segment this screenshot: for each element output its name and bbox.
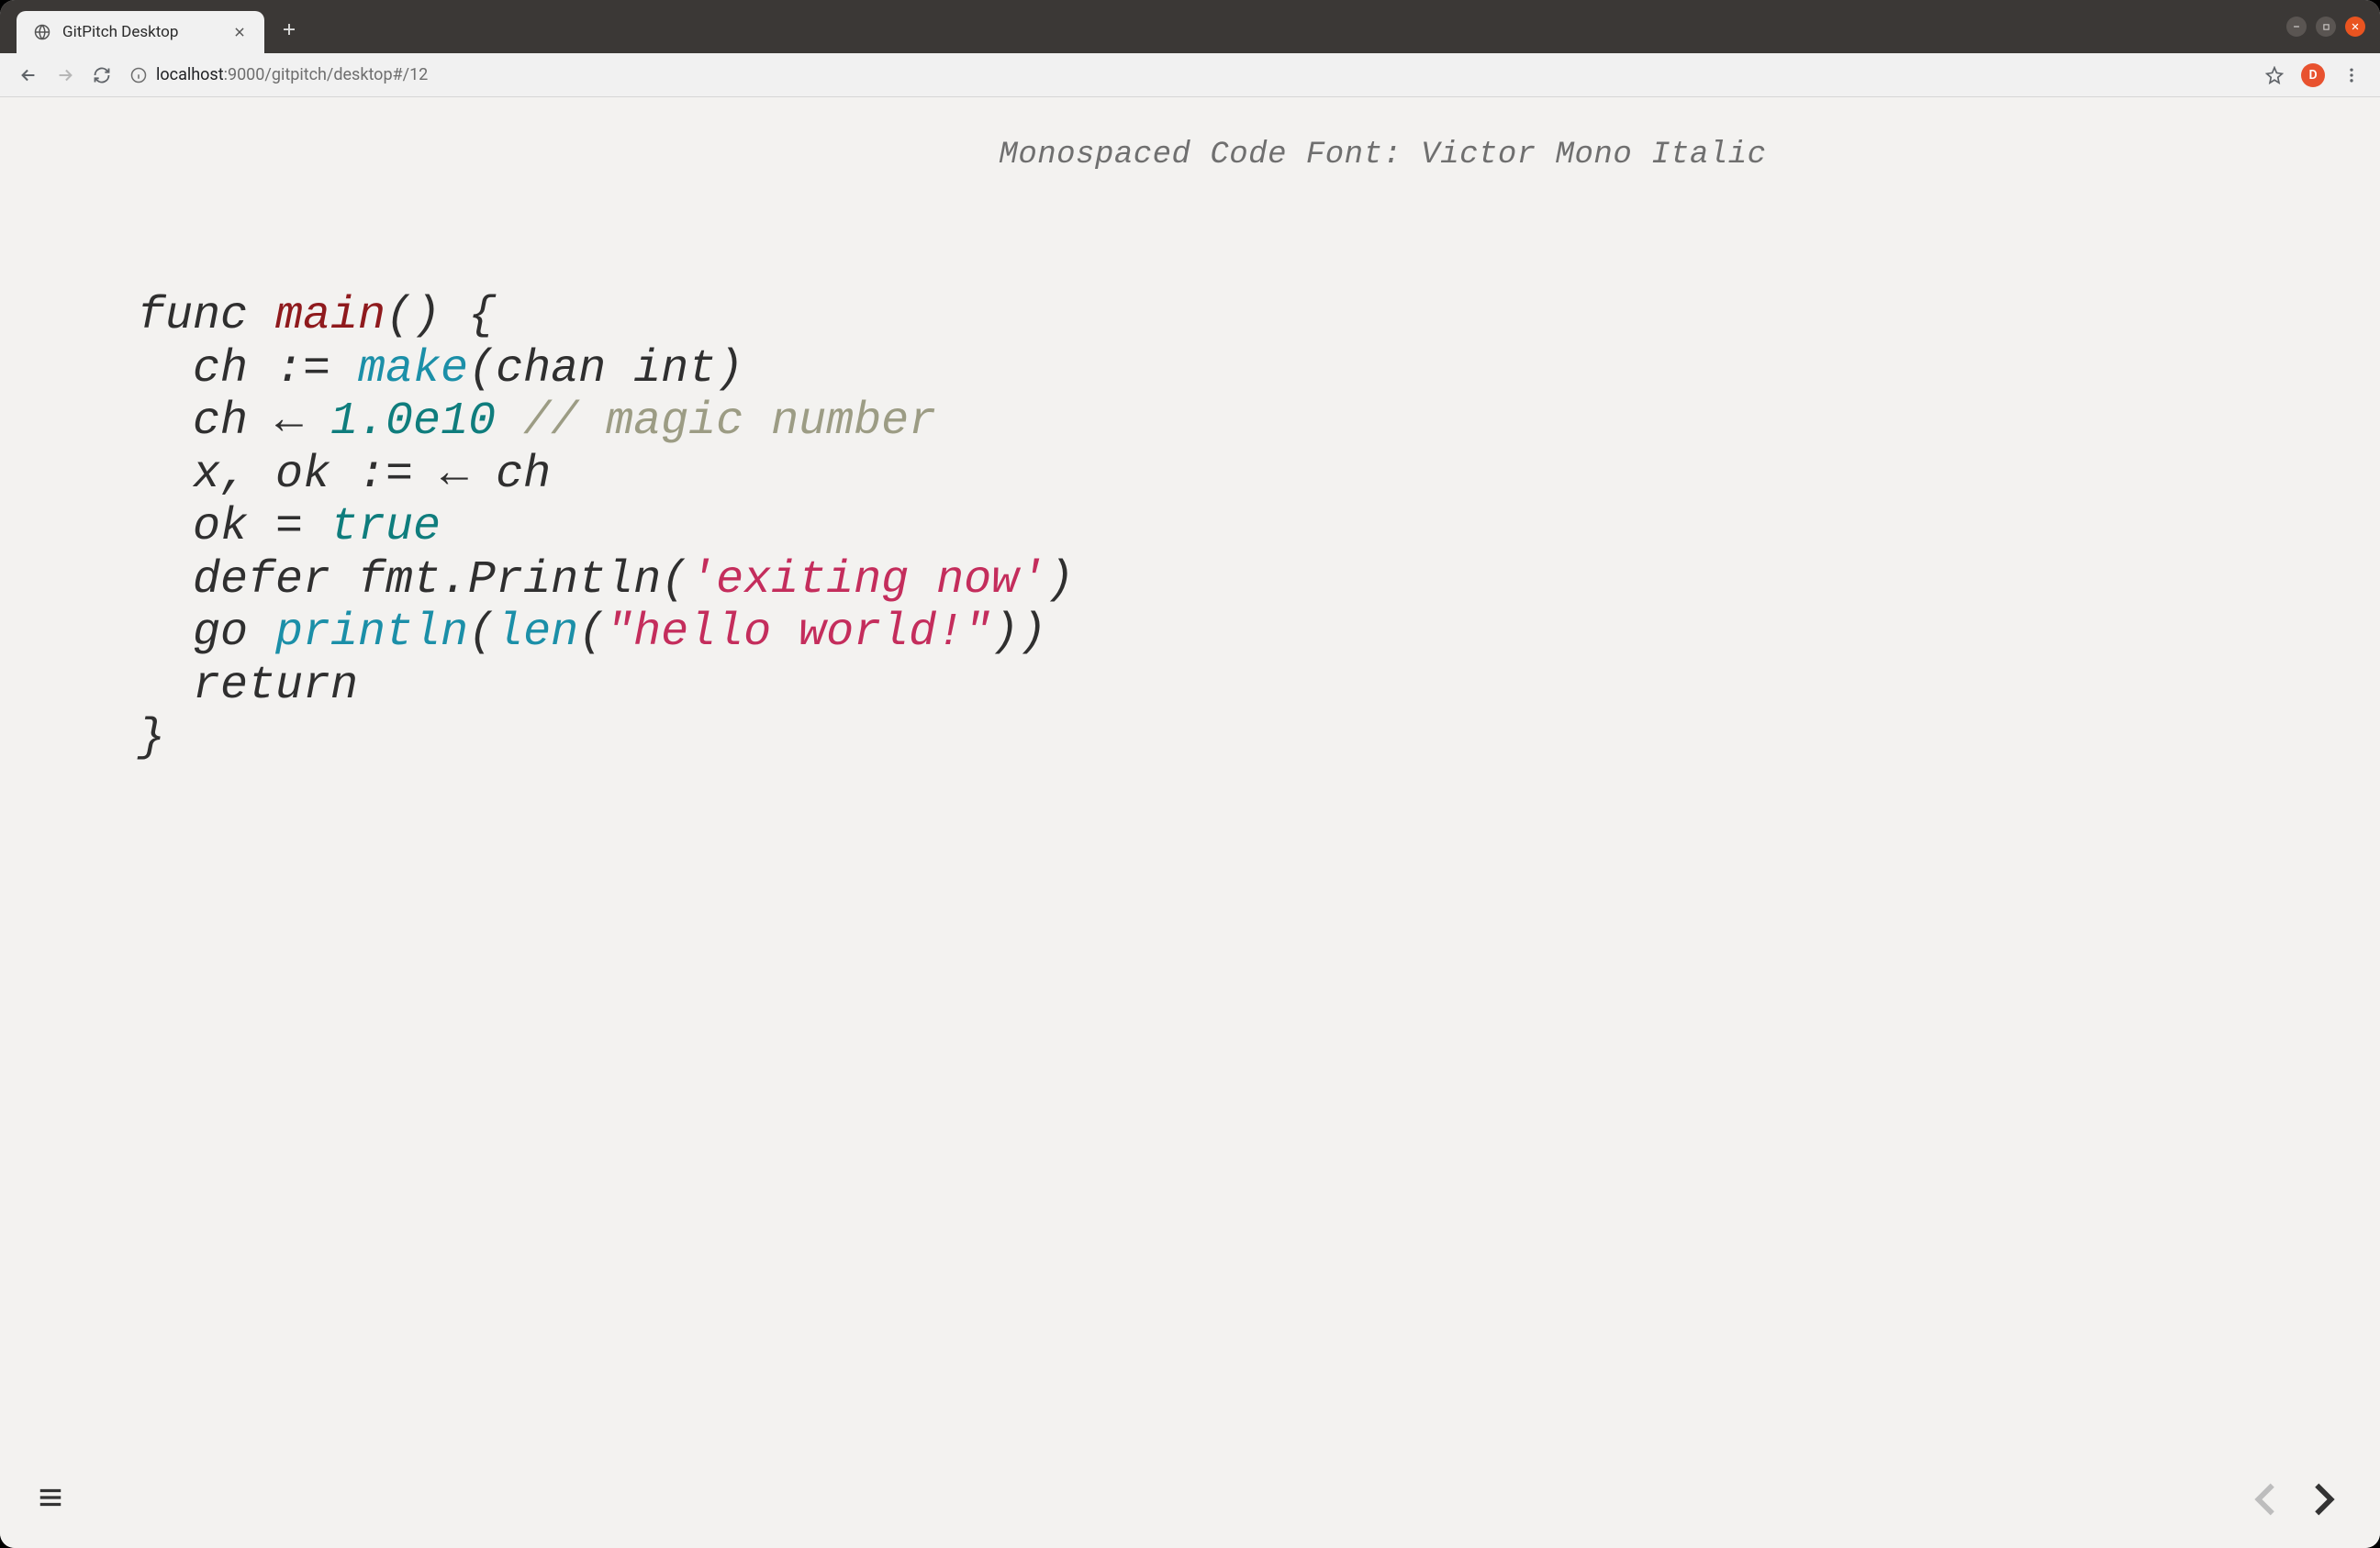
profile-avatar[interactable]: D [2301, 63, 2325, 87]
code-token: )) [991, 607, 1046, 659]
new-tab-button[interactable] [274, 14, 305, 45]
slide-viewport: Monospaced Code Font: Victor Mono Italic… [0, 97, 2380, 1548]
code-token: () { [385, 290, 496, 342]
code-token: (chan int) [468, 343, 743, 395]
url-host: localhost [156, 65, 224, 84]
code-token: make [358, 343, 468, 395]
code-token: true [330, 501, 441, 553]
code-token: main [275, 290, 385, 342]
code-token: return [138, 660, 358, 712]
code-token: } [138, 712, 165, 764]
code-token [496, 395, 523, 448]
code-string: "hello world!" [606, 607, 991, 659]
globe-icon [33, 23, 51, 41]
slide-nav [2246, 1478, 2343, 1520]
code-token: ok = [138, 501, 330, 553]
tab-title: GitPitch Desktop [62, 23, 220, 41]
address-bar[interactable]: localhost:9000/gitpitch/desktop#/12 [123, 65, 2246, 84]
code-comment: // magic number [523, 395, 936, 448]
toolbar-right: D [2259, 60, 2367, 91]
code-token: ( [468, 607, 496, 659]
slide-menu-button[interactable] [37, 1484, 64, 1511]
browser-toolbar: localhost:9000/gitpitch/desktop#/12 D [0, 53, 2380, 97]
close-window-button[interactable] [2345, 17, 2365, 37]
code-token: ( [578, 607, 606, 659]
url-port: :9000 [224, 65, 265, 84]
code-token: ch ← [138, 395, 330, 448]
back-button[interactable] [13, 60, 44, 91]
close-tab-button[interactable] [231, 24, 248, 40]
code-token: ) [1046, 554, 1074, 607]
code-token: defer fmt.Println( [138, 554, 688, 607]
code-token: 1.0e10 [330, 395, 496, 448]
next-slide-button[interactable] [2301, 1478, 2343, 1520]
url-text: localhost:9000/gitpitch/desktop#/12 [156, 65, 428, 84]
avatar-initial: D [2308, 68, 2317, 83]
maximize-button[interactable] [2316, 17, 2336, 37]
kebab-menu-button[interactable] [2336, 60, 2367, 91]
code-token: ch := [138, 343, 358, 395]
url-path: /gitpitch/desktop#/12 [264, 65, 428, 84]
code-block: func main() { ch := make(chan int) ch ← … [138, 290, 2307, 765]
browser-window: GitPitch Desktop [0, 0, 2380, 1548]
reload-button[interactable] [86, 60, 117, 91]
code-token: x, ok := ← ch [138, 449, 551, 501]
code-string: 'exiting now' [688, 554, 1046, 607]
minimize-button[interactable] [2286, 17, 2307, 37]
site-info-icon[interactable] [130, 67, 147, 84]
titlebar: GitPitch Desktop [0, 0, 2380, 53]
browser-tab[interactable]: GitPitch Desktop [17, 11, 264, 53]
code-token: len [496, 607, 578, 659]
code-token: println [275, 607, 468, 659]
prev-slide-button[interactable] [2246, 1478, 2288, 1520]
slide-title: Monospaced Code Font: Victor Mono Italic [0, 138, 2380, 173]
code-token: func [138, 290, 275, 342]
forward-button[interactable] [50, 60, 81, 91]
window-controls [2286, 17, 2371, 37]
code-token: go [138, 607, 275, 659]
bookmark-button[interactable] [2259, 60, 2290, 91]
